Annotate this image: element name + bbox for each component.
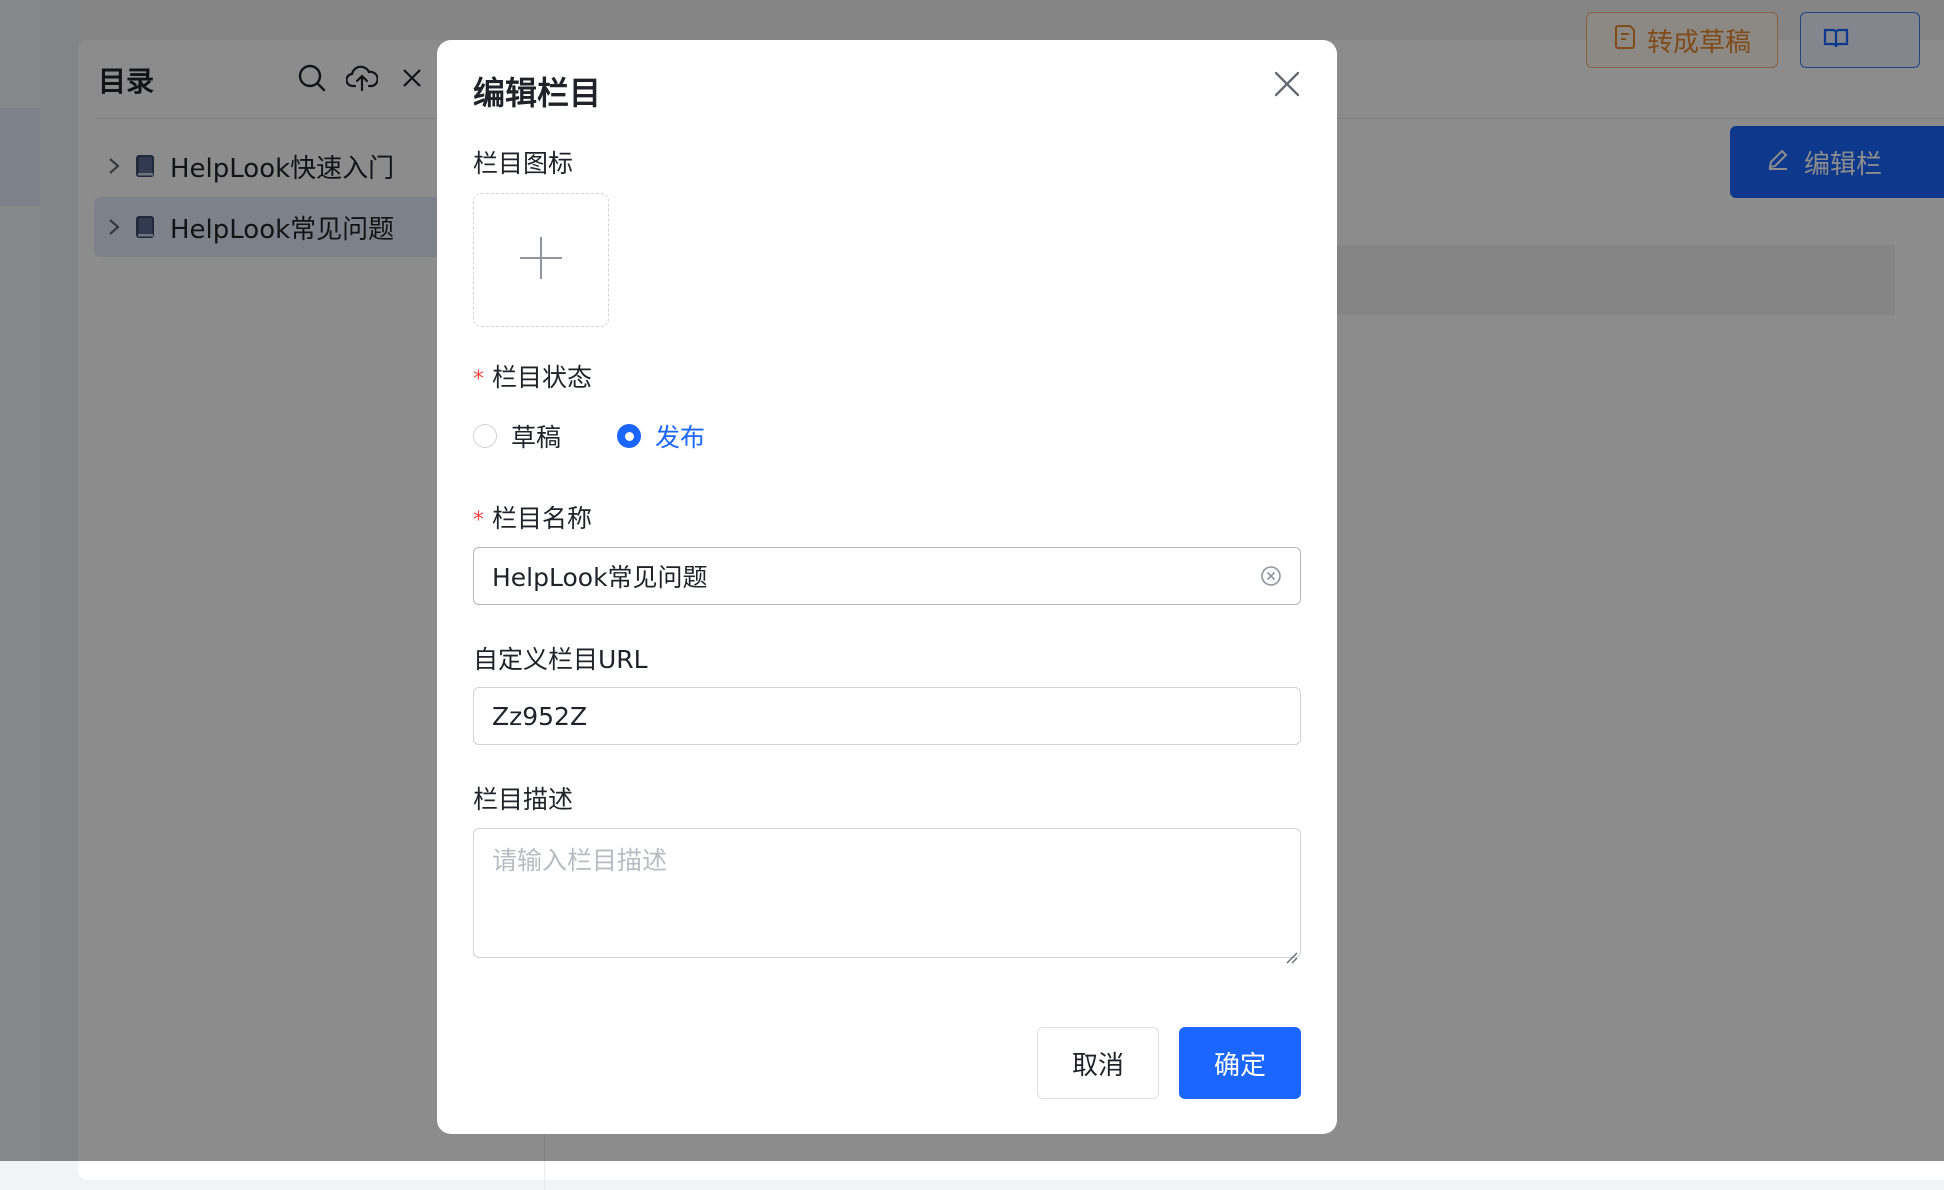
required-mark: * [473,367,484,392]
icon-upload-button[interactable] [473,193,609,327]
custom-url-value: Zz952Z [492,701,588,731]
status-radio-publish[interactable]: 发布 [617,418,705,454]
custom-url-input[interactable]: Zz952Z [473,687,1301,745]
description-field-label: 栏目描述 [473,785,574,814]
status-radio-group: 草稿 发布 [473,418,761,454]
name-field-label: * 栏目名称 [473,499,592,535]
name-field-label-text: 栏目名称 [492,504,593,533]
radio-unchecked-icon[interactable] [473,424,497,448]
dialog-title: 编辑栏目 [473,74,602,112]
confirm-button[interactable]: 确定 [1179,1027,1301,1099]
column-name-input[interactable]: HelpLook常见问题 [473,547,1301,605]
close-icon[interactable] [1269,66,1305,102]
status-radio-publish-label: 发布 [655,423,706,452]
status-field-label-text: 栏目状态 [492,363,593,392]
radio-checked-icon[interactable] [617,424,642,448]
description-placeholder: 请输入栏目描述 [492,846,668,875]
column-name-value: HelpLook常见问题 [492,563,708,592]
icon-field-label: 栏目图标 [473,149,574,178]
url-field-label: 自定义栏目URL [473,645,648,674]
cancel-button[interactable]: 取消 [1037,1027,1159,1099]
required-mark: * [473,508,484,533]
edit-column-dialog: 编辑栏目 栏目图标 * 栏目状态 草稿 发布 * 栏目名称 HelpLook常见问题… [437,40,1337,1134]
status-radio-draft-label: 草稿 [511,423,562,452]
resize-handle-icon[interactable] [1284,941,1298,964]
clear-icon[interactable] [1260,565,1282,587]
status-radio-draft[interactable]: 草稿 [473,418,561,454]
plus-icon [518,235,564,285]
description-textarea[interactable]: 请输入栏目描述 [473,828,1301,964]
status-field-label: * 栏目状态 [473,358,592,394]
